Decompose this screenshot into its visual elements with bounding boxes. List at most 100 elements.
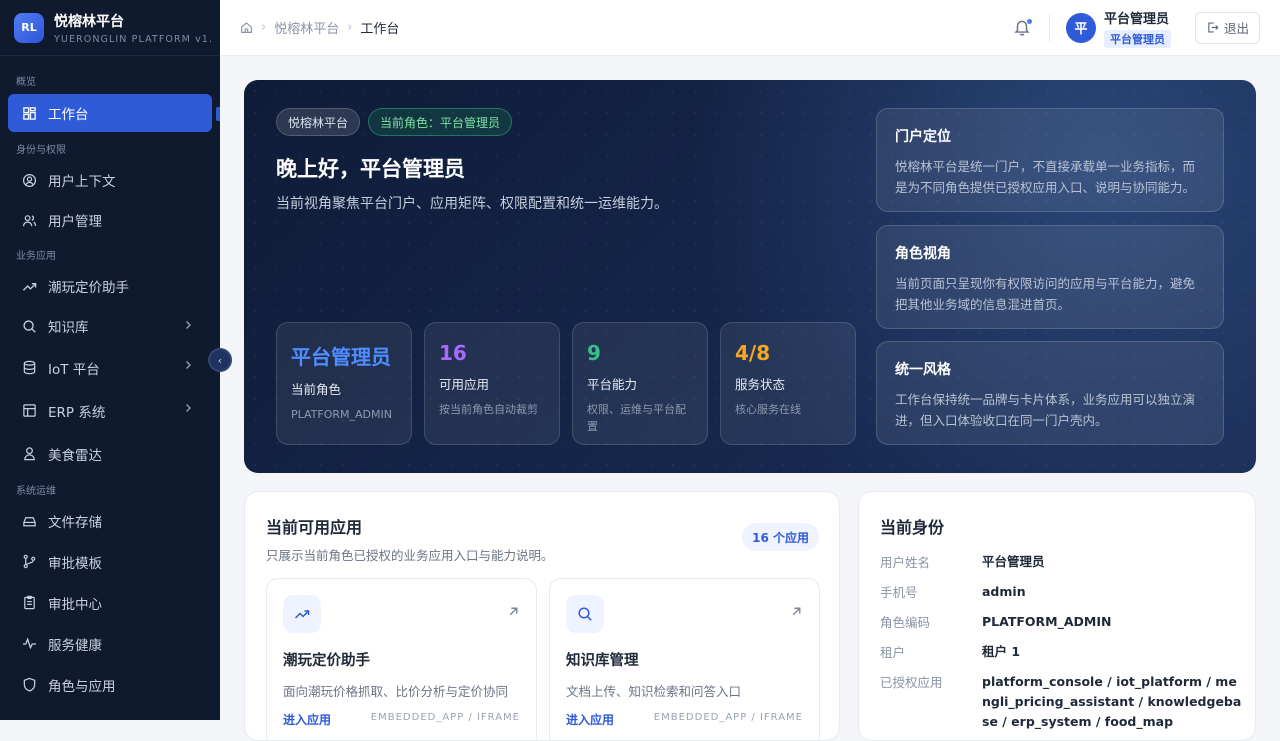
stat-label: 当前角色 (291, 382, 342, 397)
stat-value: 平台管理员 (291, 345, 391, 369)
layout-icon (23, 404, 36, 417)
brand-name: 悦榕林平台 (54, 13, 124, 30)
info-desc: 当前页面只呈现你有权限访问的应用与平台能力，避免把其他业务域的信息混进首页。 (895, 276, 1196, 313)
identity-row: 租户 租户 1 (880, 642, 1242, 662)
sidebar-item-erp[interactable]: ERP 系统 (8, 389, 212, 432)
role-tag: 当前角色：平台管理员 (368, 108, 513, 136)
sidebar-item-label: 美食雷达 (48, 447, 102, 464)
app-icon-box (283, 595, 321, 633)
sidebar-item-label: ERP 系统 (48, 404, 106, 421)
arrow-up-right-icon[interactable] (790, 605, 803, 618)
database-icon (23, 360, 36, 375)
brand-subtitle: YUERONGLIN PLATFORM v1. (54, 33, 214, 45)
topbar: › 悦榕林平台 › 工作台 平 平台管理员 平台管理员 退出 (220, 0, 1280, 56)
card-title: 当前身份 (880, 518, 945, 537)
info-desc: 悦榕林平台是统一门户，不直接承载单一业务指标，而是为不同角色提供已授权应用入口、… (895, 159, 1196, 196)
branch-icon (23, 554, 36, 569)
sidebar-item-label: 用户上下文 (48, 174, 116, 190)
sidebar-collapse-button[interactable]: ‹ (208, 348, 232, 372)
identity-value: platform_console / iot_platform / mengli… (982, 674, 1242, 729)
brand-logo: RL (14, 12, 44, 43)
app-card-pricing[interactable]: 潮玩定价助手 面向潮玩价格抓取、比价分析与定价协同 进入应用 EMBEDDED_… (266, 578, 537, 740)
clipboard-icon (24, 595, 35, 610)
sidebar-item-approval-template[interactable]: 审批模板 (8, 541, 212, 582)
logout-label: 退出 (1223, 21, 1249, 36)
section-ops: 系统运维 (16, 486, 56, 497)
hero-description: 当前视角聚焦平台门户、应用矩阵、权限配置和统一运维能力。 (276, 196, 668, 212)
divider (1048, 13, 1050, 42)
app-card-knowledge[interactable]: 知识库管理 文档上传、知识检索和问答入口 进入应用 EMBEDDED_APP /… (549, 578, 820, 740)
search-icon (578, 607, 592, 621)
platform-tag: 悦榕林平台 (276, 108, 361, 136)
card-subtitle: 只展示当前角色已授权的业务应用入口与能力说明。 (266, 548, 554, 563)
sidebar-item-label: 审批中心 (48, 596, 102, 613)
stat-value: 9 (587, 341, 601, 365)
sidebar-item-label: 服务健康 (48, 637, 102, 654)
drive-icon (23, 516, 36, 526)
app-type: EMBEDDED_APP / IFRAME (370, 712, 520, 723)
info-card-role-view: 角色视角 当前页面只呈现你有权限访问的应用与平台能力，避免把其他业务域的信息混进… (876, 225, 1224, 329)
avatar[interactable]: 平 (1065, 12, 1096, 43)
sidebar-item-label: 审批模板 (48, 555, 102, 572)
search-icon (23, 319, 36, 333)
logout-button[interactable]: 退出 (1194, 11, 1260, 44)
sidebar-item-label: 潮玩定价助手 (48, 280, 129, 296)
sidebar-item-label: 知识库 (48, 320, 89, 336)
info-desc: 工作台保持统一品牌与卡片体系，业务应用可以独立演进，但入口体验收口在同一门户壳内… (895, 392, 1196, 429)
sidebar-item-file-storage[interactable]: 文件存储 (8, 501, 212, 541)
identity-key: 租户 (880, 645, 906, 660)
sidebar-item-label: IoT 平台 (48, 361, 100, 378)
sidebar-item-label: 工作台 (48, 107, 89, 123)
sidebar-item-user-management[interactable]: 用户管理 (8, 200, 212, 240)
brand[interactable]: RL 悦榕林平台 YUERONGLIN PLATFORM v1. (0, 0, 220, 56)
arrow-up-right-icon[interactable] (507, 605, 520, 618)
stat-value: 4/8 (735, 341, 771, 365)
hero-tags: 悦榕林平台 当前角色：平台管理员 (276, 108, 520, 136)
identity-key: 手机号 (880, 585, 918, 600)
stat-sub: PLATFORM_ADMIN (291, 408, 392, 421)
sidebar-item-label: 用户管理 (48, 214, 102, 230)
sidebar-item-knowledge[interactable]: 知识库 (8, 306, 212, 346)
sidebar-item-service-health[interactable]: 服务健康 (8, 623, 212, 664)
sidebar-item-pricing[interactable]: 潮玩定价助手 (8, 266, 212, 306)
notification-dot (1026, 18, 1032, 24)
trend-icon (294, 610, 310, 619)
users-icon (22, 214, 37, 226)
app-count-badge: 16 个应用 (742, 523, 819, 551)
sidebar-item-food-radar[interactable]: 美食雷达 (8, 432, 212, 475)
identity-value: PLATFORM_ADMIN (982, 614, 1112, 629)
sidebar-item-dashboard[interactable]: 工作台 (8, 94, 212, 132)
stat-value: 16 (439, 341, 467, 365)
sidebar: RL 悦榕林平台 YUERONGLIN PLATFORM v1. 概览 工作台 … (0, 0, 220, 720)
app-name: 知识库管理 (566, 653, 639, 669)
sidebar-item-iot[interactable]: IoT 平台 (8, 346, 212, 389)
section-business: 业务应用 (16, 251, 56, 262)
identity-row: 手机号 admin (880, 582, 1242, 602)
notification-button[interactable] (1013, 18, 1033, 38)
user-info[interactable]: 平台管理员 平台管理员 (1103, 8, 1171, 48)
user-name: 平台管理员 (1103, 11, 1169, 27)
sidebar-item-roles-apps[interactable]: 角色与应用 (8, 664, 212, 705)
section-overview: 概览 (16, 77, 36, 88)
chevron-right-icon (186, 361, 191, 369)
sidebar-item-approval-center[interactable]: 审批中心 (8, 582, 212, 623)
stat-label: 平台能力 (587, 377, 638, 392)
section-identity: 身份与权限 (16, 145, 66, 156)
breadcrumb-item-platform[interactable]: 悦榕林平台 (274, 18, 339, 37)
card-title: 当前可用应用 (266, 518, 363, 537)
user-role-badge: 平台管理员 (1103, 29, 1171, 48)
app-desc: 文档上传、知识检索和问答入口 (566, 684, 742, 699)
app-type: EMBEDDED_APP / IFRAME (653, 712, 803, 723)
hero-banner: 悦榕林平台 当前角色：平台管理员 晚上好，平台管理员 当前视角聚焦平台门户、应用… (244, 80, 1256, 473)
shield-icon (23, 677, 36, 692)
sidebar-item-user-context[interactable]: 用户上下文 (8, 160, 212, 200)
trend-icon (22, 282, 37, 291)
info-card-style: 统一风格 工作台保持统一品牌与卡片体系，业务应用可以独立演进，但入口体验收口在同… (876, 341, 1224, 445)
stat-card-services: 4/8 服务状态 核心服务在线 (720, 322, 856, 445)
identity-value: 平台管理员 (982, 554, 1045, 569)
stat-sub: 权限、运维与平台配置 (587, 403, 686, 433)
home-icon[interactable] (240, 21, 253, 34)
identity-row: 已授权应用 platform_console / iot_platform / … (880, 672, 1242, 732)
breadcrumb-item-current: 工作台 (360, 22, 400, 37)
active-indicator (216, 107, 220, 121)
